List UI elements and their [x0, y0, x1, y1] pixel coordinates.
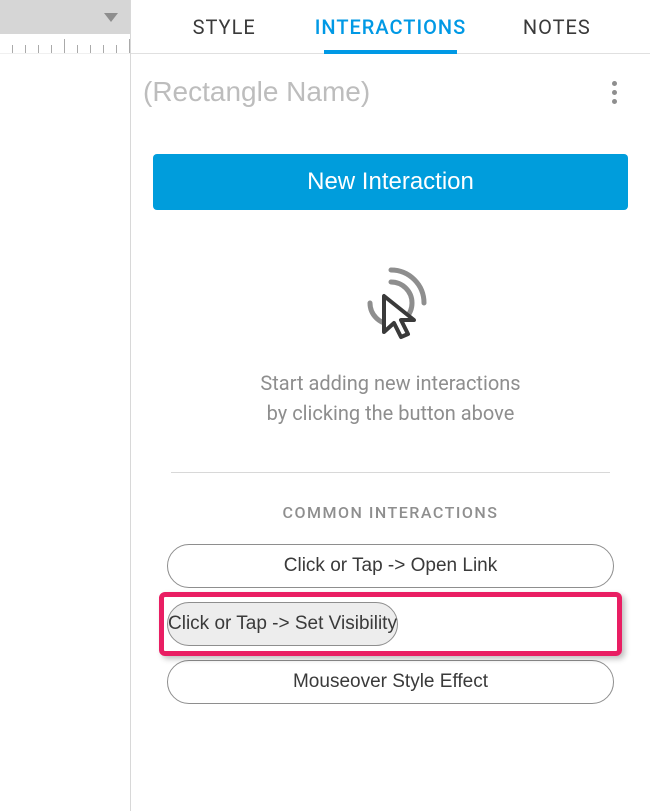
more-options-icon[interactable]	[602, 81, 626, 104]
common-interaction-mouseover-style[interactable]: Mouseover Style Effect	[167, 660, 614, 704]
section-divider	[171, 472, 610, 473]
tap-cursor-icon	[346, 258, 436, 348]
canvas-gutter	[0, 0, 130, 811]
widget-name-input[interactable]	[143, 76, 602, 108]
ruler	[0, 34, 130, 54]
gutter-header	[0, 0, 130, 34]
dropdown-caret-icon[interactable]	[104, 8, 118, 27]
tab-notes[interactable]: NOTES	[474, 0, 640, 53]
empty-state-hint: Start adding new interactions by clickin…	[153, 368, 628, 428]
common-interaction-set-visibility[interactable]: Click or Tap -> Set Visibility	[167, 602, 398, 646]
widget-name-row	[131, 54, 650, 130]
new-interaction-button[interactable]: New Interaction	[153, 154, 628, 210]
inspector-tabs: STYLE INTERACTIONS NOTES	[131, 0, 650, 54]
tab-style[interactable]: STYLE	[141, 0, 307, 53]
common-interaction-open-link[interactable]: Click or Tap -> Open Link	[167, 544, 614, 588]
tab-interactions[interactable]: INTERACTIONS	[307, 0, 473, 53]
inspector-panel: STYLE INTERACTIONS NOTES New Interaction	[130, 0, 650, 811]
tutorial-highlight: Click or Tap -> Set Visibility	[159, 592, 622, 656]
common-interactions-list: Click or Tap -> Open Link Click or Tap -…	[153, 544, 628, 704]
common-interactions-heading: COMMON INTERACTIONS	[153, 503, 628, 522]
